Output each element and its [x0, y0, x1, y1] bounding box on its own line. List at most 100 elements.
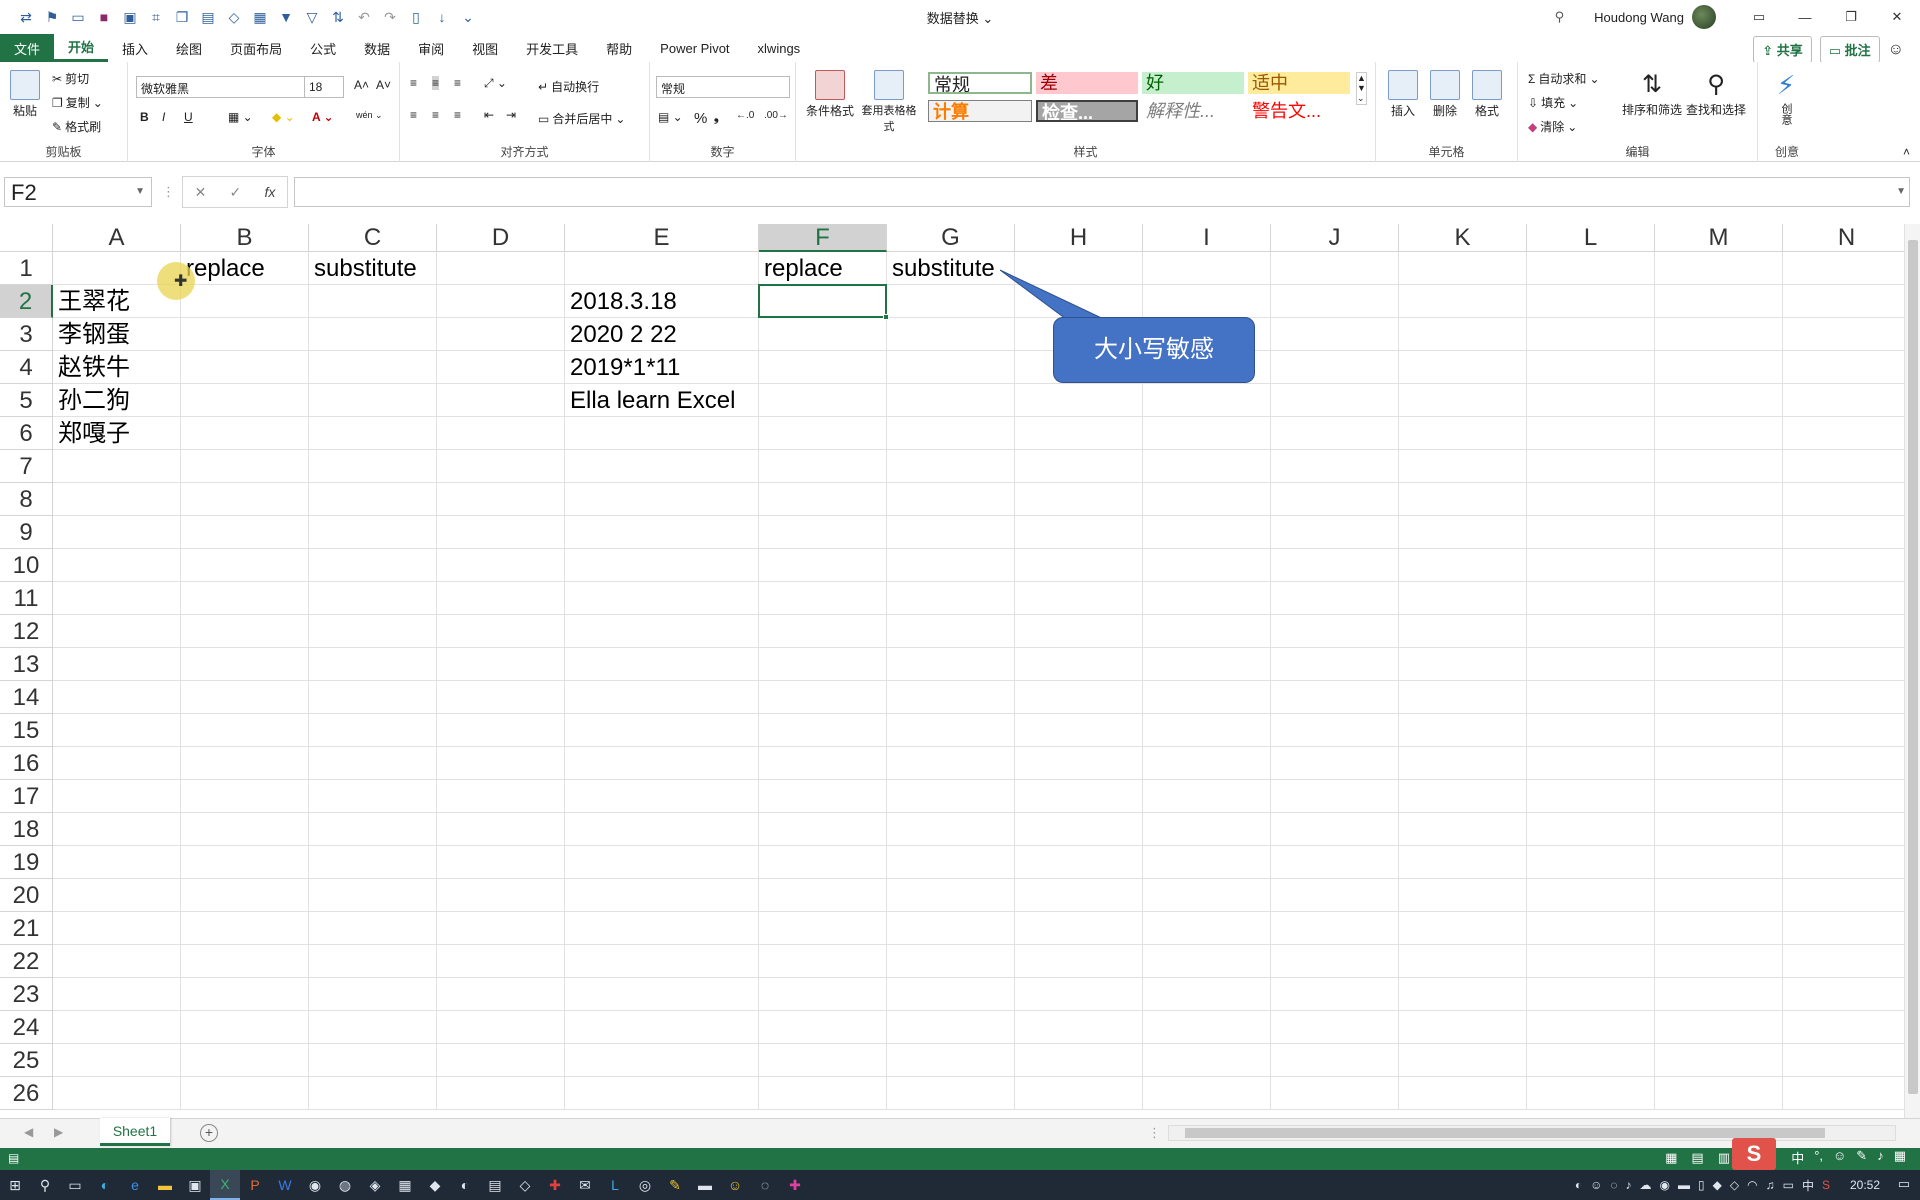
percent-button[interactable]: %: [694, 110, 707, 127]
row-header-5[interactable]: 5: [0, 384, 53, 417]
style-explanatory[interactable]: 解释性...: [1142, 100, 1244, 122]
cloud-icon[interactable]: ☁: [1640, 1178, 1652, 1192]
style-good[interactable]: 好: [1142, 72, 1244, 94]
sheet-tab[interactable]: Sheet1: [100, 1118, 170, 1146]
tray-icon-5[interactable]: ◇: [1730, 1178, 1739, 1192]
row-header-9[interactable]: 9: [0, 516, 53, 549]
avatar[interactable]: [1692, 5, 1716, 29]
cell-a5[interactable]: 孙二狗: [53, 384, 130, 417]
redo-icon[interactable]: ↷: [378, 5, 402, 29]
align-center-icon[interactable]: ≡: [432, 108, 439, 122]
formula-input[interactable]: [294, 177, 1910, 207]
tray-icon-2[interactable]: ☺: [1590, 1178, 1602, 1192]
row-header-15[interactable]: 15: [0, 714, 53, 747]
tray-icon-3[interactable]: ◌: [1610, 1178, 1617, 1192]
emoji-icon[interactable]: ☺: [1833, 1148, 1846, 1167]
sort-az-icon[interactable]: ↓: [430, 5, 454, 29]
row-header-2[interactable]: 2: [0, 285, 53, 318]
underline-button[interactable]: U: [184, 110, 193, 124]
format-cells-button[interactable]: 格式: [1472, 70, 1502, 119]
clear-filter-icon[interactable]: ▽: [300, 5, 324, 29]
autosave-icon[interactable]: ⇄: [14, 5, 38, 29]
row-header-10[interactable]: 10: [0, 549, 53, 582]
style-check[interactable]: 检查...: [1036, 100, 1138, 122]
insert-cells-button[interactable]: 插入: [1388, 70, 1418, 119]
app-icon-12[interactable]: ◌: [750, 1170, 780, 1200]
row-header-19[interactable]: 19: [0, 846, 53, 879]
mic-tray-icon[interactable]: ♪: [1626, 1178, 1632, 1192]
normal-view-icon[interactable]: ▦: [1665, 1150, 1677, 1166]
comma-icon[interactable]: ❟: [714, 110, 719, 125]
app-icon-13[interactable]: ✚: [780, 1170, 810, 1200]
column-header-j[interactable]: J: [1271, 224, 1399, 252]
cell-a2[interactable]: 王翠花: [53, 285, 130, 318]
close-icon[interactable]: ✕: [1874, 0, 1920, 34]
font-shrink-icon[interactable]: A˅: [376, 78, 391, 92]
style-neutral[interactable]: 适中: [1248, 72, 1350, 94]
cell-c1[interactable]: substitute: [309, 252, 417, 285]
page-break-view-icon[interactable]: ▥: [1718, 1150, 1730, 1166]
app-icon-8[interactable]: L: [600, 1170, 630, 1200]
powerpoint-icon[interactable]: P: [240, 1170, 270, 1200]
expand-formula-icon[interactable]: ▼: [1896, 186, 1906, 197]
currency-icon[interactable]: ▤ ⌄: [658, 110, 683, 124]
sheet-prev-icon[interactable]: ◀: [24, 1125, 33, 1139]
tray-ime[interactable]: 中: [1802, 1177, 1814, 1194]
border-icon[interactable]: ▦ ⌄: [228, 110, 253, 124]
column-header-b[interactable]: B: [181, 224, 309, 252]
sort-icon[interactable]: ⇅: [326, 5, 350, 29]
mail-icon[interactable]: ✉: [570, 1170, 600, 1200]
selected-cell-border[interactable]: [758, 284, 887, 318]
app-icon-10[interactable]: ▬: [690, 1170, 720, 1200]
column-header-c[interactable]: C: [309, 224, 437, 252]
merge-center-button[interactable]: ▭ 合并后居中 ⌄: [538, 110, 625, 127]
decrease-decimal-icon[interactable]: .00→: [764, 110, 788, 121]
app-icon-4[interactable]: ◆: [420, 1170, 450, 1200]
add-sheet-icon[interactable]: +: [200, 1124, 218, 1142]
style-bad[interactable]: 差: [1036, 72, 1138, 94]
table-format-button[interactable]: 套用表格格式: [860, 70, 918, 134]
undo-icon[interactable]: ↶: [352, 5, 376, 29]
share-button[interactable]: ⇪ 共享: [1753, 36, 1812, 63]
punctuation-icon[interactable]: °,: [1814, 1148, 1823, 1167]
clear-button[interactable]: ◆ 清除 ⌄: [1528, 118, 1577, 135]
row-header-24[interactable]: 24: [0, 1011, 53, 1044]
save-icon[interactable]: ■: [92, 5, 116, 29]
autosum-button[interactable]: Σ 自动求和 ⌄: [1528, 70, 1600, 87]
align-middle-icon[interactable]: ≡: [432, 76, 440, 90]
macro-record-icon[interactable]: ▤: [8, 1151, 19, 1165]
file-explorer-icon[interactable]: ▬: [150, 1170, 180, 1200]
minimize-icon[interactable]: —: [1782, 0, 1828, 34]
tab-review[interactable]: 审阅: [404, 34, 458, 62]
column-header-e[interactable]: E: [565, 224, 759, 252]
sheet-next-icon[interactable]: ▶: [54, 1125, 63, 1139]
tab-xlwings[interactable]: xlwings: [744, 34, 815, 62]
tab-view[interactable]: 视图: [458, 34, 512, 62]
row-header-22[interactable]: 22: [0, 945, 53, 978]
pen-icon[interactable]: ✎: [1856, 1148, 1867, 1167]
row-header-20[interactable]: 20: [0, 879, 53, 912]
number-format-combo[interactable]: 常规: [656, 76, 790, 98]
restore-icon[interactable]: ❐: [1828, 0, 1874, 34]
creative-button[interactable]: ⚡ 创意: [1772, 70, 1800, 125]
row-header-12[interactable]: 12: [0, 615, 53, 648]
app-icon-3[interactable]: ◈: [360, 1170, 390, 1200]
spreadsheet-grid[interactable]: ABCDEFGHIJKLMN 1 2 3 4 5 6 7 8 9 10 11 12 13 14 15 16 17…: [0, 224, 1904, 1114]
vba-icon[interactable]: ⚑: [40, 5, 64, 29]
column-header-h[interactable]: H: [1015, 224, 1143, 252]
mic-icon[interactable]: ♪: [1877, 1148, 1884, 1167]
tab-home[interactable]: 开始: [54, 34, 109, 62]
tray-icon-1[interactable]: ◐: [1575, 1178, 1582, 1192]
customize-qat-icon[interactable]: ⌄: [456, 5, 480, 29]
cell-g1[interactable]: substitute: [887, 252, 995, 285]
chevron-down-icon[interactable]: ▼: [135, 186, 145, 197]
cell-a6[interactable]: 郑嘎子: [53, 417, 130, 450]
windows-start-icon[interactable]: ⊞: [0, 1170, 30, 1200]
task-view-icon[interactable]: ▭: [60, 1170, 90, 1200]
cell-f1[interactable]: replace: [759, 252, 843, 285]
tray-sogou-icon[interactable]: S: [1822, 1178, 1830, 1192]
align-right-icon[interactable]: ≡: [454, 108, 461, 122]
cell-a3[interactable]: 李钢蛋: [53, 318, 130, 351]
wechat-icon[interactable]: ◉: [1660, 1178, 1670, 1192]
font-color-icon[interactable]: A ⌄: [312, 110, 334, 124]
